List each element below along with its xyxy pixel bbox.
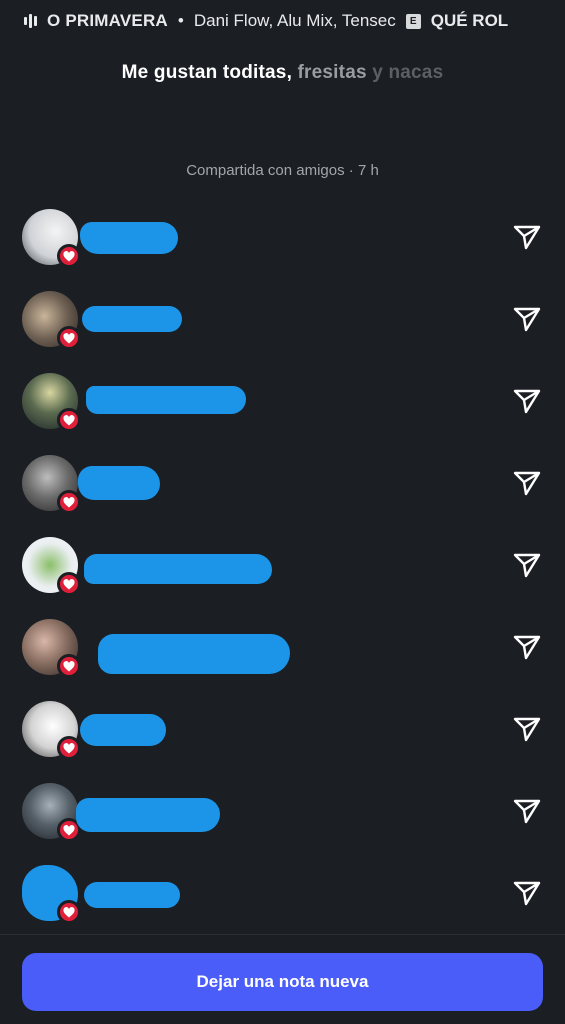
liker-name[interactable]: [84, 882, 180, 908]
liker-name[interactable]: [84, 554, 272, 584]
heart-badge: [57, 572, 81, 596]
avatar[interactable]: [22, 865, 81, 924]
send-button[interactable]: [511, 714, 543, 744]
send-icon: [513, 225, 541, 250]
explicit-badge: E: [405, 13, 421, 29]
avatar[interactable]: [22, 537, 81, 596]
heart-icon: [63, 250, 75, 261]
liker-name[interactable]: [86, 386, 246, 414]
send-button[interactable]: [511, 222, 543, 252]
heart-badge: [57, 736, 81, 760]
liker-name[interactable]: [82, 306, 182, 332]
liker-name[interactable]: [98, 634, 290, 674]
avatar[interactable]: [22, 455, 81, 514]
liker-row[interactable]: [0, 278, 565, 360]
heart-badge: [57, 654, 81, 678]
send-button[interactable]: [511, 304, 543, 334]
heart-icon: [63, 496, 75, 507]
send-icon: [513, 307, 541, 332]
avatar[interactable]: [22, 209, 81, 268]
note-text-part1: Me gustan toditas,: [121, 62, 293, 83]
track-separator: •: [177, 11, 184, 30]
send-icon: [513, 635, 541, 660]
send-icon: [513, 881, 541, 906]
liker-row[interactable]: [0, 360, 565, 442]
send-button[interactable]: [511, 878, 543, 908]
equalizer-icon: [24, 14, 37, 28]
send-button[interactable]: [511, 468, 543, 498]
send-button[interactable]: [511, 632, 543, 662]
heart-icon: [63, 332, 75, 343]
heart-badge: [57, 408, 81, 432]
next-track-title: QUÉ ROL: [430, 11, 509, 30]
heart-icon: [63, 414, 75, 425]
track-artists: Dani Flow, Alu Mix, Tensec: [193, 11, 396, 30]
liker-row[interactable]: [0, 606, 565, 688]
footer: Dejar una nota nueva: [0, 934, 565, 1024]
send-button[interactable]: [511, 386, 543, 416]
liker-row[interactable]: [0, 770, 565, 852]
heart-badge: [57, 900, 81, 924]
liker-row[interactable]: [0, 852, 565, 934]
heart-badge: [57, 326, 81, 350]
send-icon: [513, 553, 541, 578]
send-button[interactable]: [511, 550, 543, 580]
liker-row[interactable]: [0, 524, 565, 606]
new-note-button[interactable]: Dejar una nota nueva: [22, 953, 543, 1011]
heart-icon: [63, 906, 75, 917]
note-text-part2: fresitas: [297, 62, 367, 83]
note-text: Me gustan toditas, fresitas y nacas: [0, 62, 565, 84]
send-icon: [513, 471, 541, 496]
liker-name[interactable]: [80, 714, 166, 746]
send-icon: [513, 799, 541, 824]
liker-name[interactable]: [78, 466, 160, 500]
liker-name[interactable]: [76, 798, 220, 832]
heart-icon: [63, 742, 75, 753]
avatar[interactable]: [22, 701, 81, 760]
shared-with-label: Compartida con amigos · 7 h: [186, 162, 379, 179]
send-icon: [513, 389, 541, 414]
send-icon: [513, 717, 541, 742]
avatar[interactable]: [22, 373, 81, 432]
heart-badge: [57, 244, 81, 268]
heart-icon: [63, 824, 75, 835]
heart-badge: [57, 490, 81, 514]
liker-row[interactable]: [0, 688, 565, 770]
now-playing-marquee[interactable]: O PRIMAVERA • Dani Flow, Alu Mix, Tensec…: [0, 8, 565, 34]
liker-row[interactable]: [0, 442, 565, 524]
avatar[interactable]: [22, 619, 81, 678]
send-button[interactable]: [511, 796, 543, 826]
heart-icon: [63, 578, 75, 589]
heart-icon: [63, 660, 75, 671]
liker-row[interactable]: [0, 196, 565, 278]
avatar[interactable]: [22, 783, 81, 842]
liker-name[interactable]: [80, 222, 178, 254]
avatar[interactable]: [22, 291, 81, 350]
note-text-part3: y nacas: [372, 62, 444, 83]
likers-list: [0, 196, 565, 934]
track-title: O PRIMAVERA: [47, 11, 168, 30]
